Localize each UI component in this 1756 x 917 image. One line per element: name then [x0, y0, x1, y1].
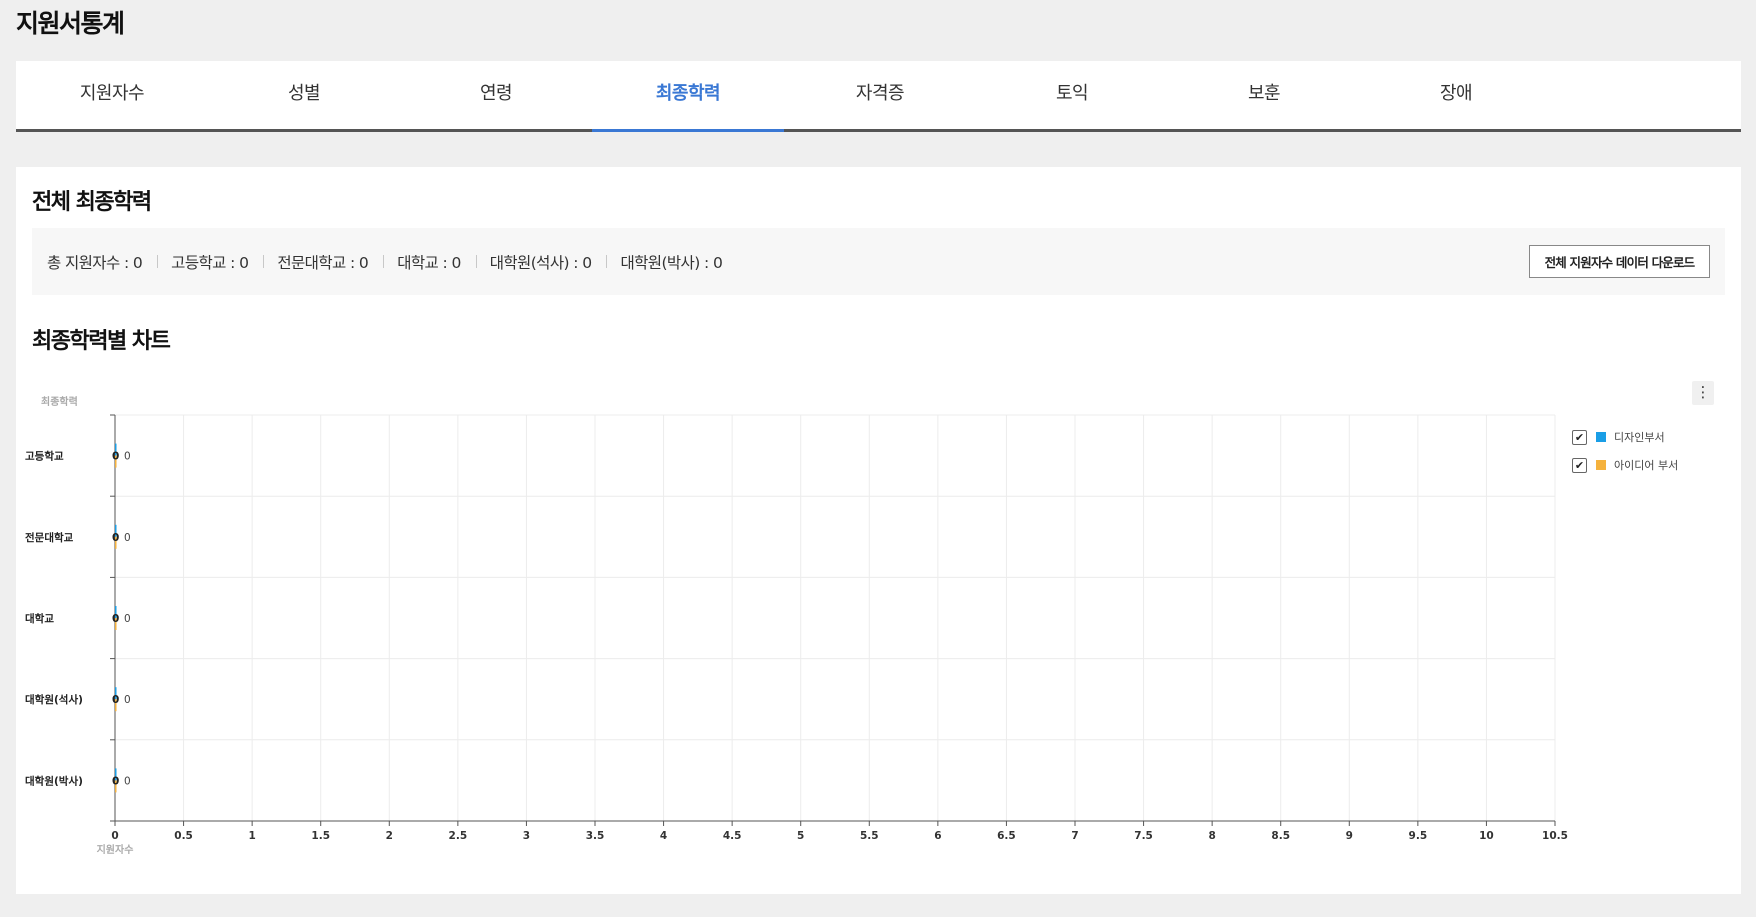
legend-item-idea[interactable]: ✔ 아이디어 부서: [1572, 451, 1678, 479]
tab-disability[interactable]: 장애: [1360, 61, 1552, 129]
legend-checkbox-icon[interactable]: ✔: [1572, 429, 1587, 445]
x-tick-label: 0: [111, 830, 118, 842]
legend-label: 디자인부서: [1614, 431, 1665, 444]
x-tick-label: 5: [797, 830, 804, 842]
y-category-label: 고등학교: [25, 450, 64, 463]
y-category-label: 대학교: [25, 612, 54, 625]
data-label: 0: [124, 532, 131, 544]
tab-applicants[interactable]: 지원자수: [16, 61, 208, 129]
page-title: 지원서통계: [16, 9, 125, 38]
data-label: 0: [112, 532, 119, 544]
data-label: 0: [112, 775, 119, 787]
tab-education[interactable]: 최종학력: [592, 61, 784, 132]
x-tick-label: 1: [248, 830, 255, 842]
x-tick-label: 4: [660, 830, 667, 842]
legend-item-design[interactable]: ✔ 디자인부서: [1572, 423, 1678, 451]
data-label: 0: [112, 613, 119, 625]
stats-panel: 전체 최종학력 총 지원자수 : 0 고등학교 : 0 전문대학교 : 0 대학…: [16, 167, 1741, 894]
x-tick-label: 7: [1071, 830, 1078, 842]
x-tick-label: 3.5: [586, 830, 605, 842]
data-label: 0: [112, 451, 119, 463]
data-label: 0: [124, 613, 131, 625]
x-tick-label: 2: [386, 830, 393, 842]
x-tick-label: 1.5: [311, 830, 330, 842]
x-tick-label: 8: [1208, 830, 1215, 842]
x-tick-label: 8.5: [1271, 830, 1290, 842]
x-tick-label: 7.5: [1134, 830, 1153, 842]
chart-legend: ✔ 디자인부서 ✔ 아이디어 부서: [1572, 423, 1678, 479]
x-tick-label: 3: [523, 830, 530, 842]
data-label: 0: [112, 694, 119, 706]
legend-swatch-design: [1596, 432, 1606, 442]
x-axis-title: 지원자수: [97, 843, 134, 856]
x-tick-label: 9: [1346, 830, 1353, 842]
x-tick-label: 9.5: [1409, 830, 1428, 842]
education-bar-chart: 0 0.5 1 1.5 2 2.5 3 3.5 4 4.5 5 5.5 6 6.5 7 7.5 8 8.5 9 9.5…: [25, 395, 1568, 856]
tab-gender[interactable]: 성별: [208, 61, 400, 129]
x-tick-label: 2.5: [449, 830, 468, 842]
y-category-label: 대학원(석사): [25, 693, 83, 706]
tab-bar: 지원자수 성별 연령 최종학력 자격증 토익 보훈 장애: [16, 61, 1741, 132]
legend-label: 아이디어 부서: [1614, 459, 1679, 472]
legend-checkbox-icon[interactable]: ✔: [1572, 457, 1587, 473]
tab-veterans[interactable]: 보훈: [1168, 61, 1360, 129]
chart-menu-button[interactable]: ⋮: [1692, 381, 1714, 405]
tab-toeic[interactable]: 토익: [976, 61, 1168, 129]
y-category-label: 대학원(박사): [25, 774, 83, 787]
y-category-label: 전문대학교: [25, 531, 74, 544]
x-tick-label: 6: [934, 830, 941, 842]
x-tick-label: 5.5: [860, 830, 879, 842]
data-label: 0: [124, 694, 131, 706]
data-label: 0: [124, 775, 131, 787]
data-label: 0: [124, 451, 131, 463]
tab-certificate[interactable]: 자격증: [784, 61, 976, 129]
tab-age[interactable]: 연령: [400, 61, 592, 129]
x-tick-label: 10.5: [1542, 830, 1568, 842]
x-tick-label: 0.5: [174, 830, 193, 842]
x-tick-label: 6.5: [997, 830, 1016, 842]
y-axis-title: 최종학력: [41, 395, 78, 408]
x-tick-label: 4.5: [723, 830, 742, 842]
x-tick-label: 10: [1479, 830, 1494, 842]
legend-swatch-idea: [1596, 460, 1606, 470]
